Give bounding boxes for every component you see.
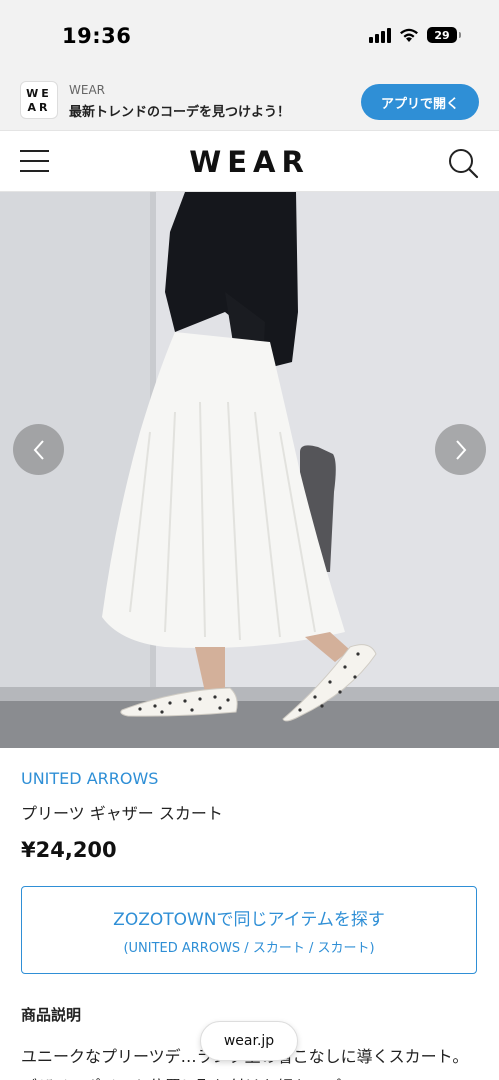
product-name: プリーツ ギャザー スカート xyxy=(21,804,223,823)
chevron-left-icon xyxy=(33,439,44,460)
product-price: ¥24,200 xyxy=(21,838,117,862)
description-heading: 商品説明 xyxy=(21,1006,82,1024)
zozotown-button-category: (UNITED ARROWS / スカート / スカート) xyxy=(123,941,375,956)
next-image-button[interactable] xyxy=(435,424,486,475)
chevron-right-icon xyxy=(455,439,466,460)
app-logo: WE AR xyxy=(20,81,58,119)
status-time: 19:36 xyxy=(62,24,132,48)
open-in-app-button[interactable]: アプリで開く xyxy=(361,84,479,120)
banner-title: WEAR xyxy=(69,83,105,97)
browser-url-pill[interactable]: wear.jp xyxy=(200,1021,298,1061)
wifi-icon xyxy=(400,28,418,42)
zozotown-button-label: ZOZOTOWNで同じアイテムを探す xyxy=(113,910,385,930)
site-header: WEAR xyxy=(0,130,499,192)
product-image-gallery[interactable] xyxy=(0,192,499,748)
status-bar: 19:36 29 xyxy=(0,0,499,76)
banner-subtitle: 最新トレンドのコーデを見つけよう！ xyxy=(69,105,291,120)
battery-icon: 29 xyxy=(427,27,461,43)
previous-image-button[interactable] xyxy=(13,424,64,475)
zozotown-search-button[interactable]: ZOZOTOWNで同じアイテムを探す (UNITED ARROWS / スカート… xyxy=(21,886,477,974)
site-logo[interactable]: WEAR xyxy=(0,145,499,179)
status-icons: 29 xyxy=(369,27,461,43)
app-banner: WE AR WEAR 最新トレンドのコーデを見つけよう！ アプリで開く xyxy=(0,76,499,130)
search-icon[interactable] xyxy=(447,147,479,179)
signal-icon xyxy=(369,27,391,43)
brand-link[interactable]: UNITED ARROWS xyxy=(21,769,158,788)
product-photo xyxy=(0,192,499,748)
